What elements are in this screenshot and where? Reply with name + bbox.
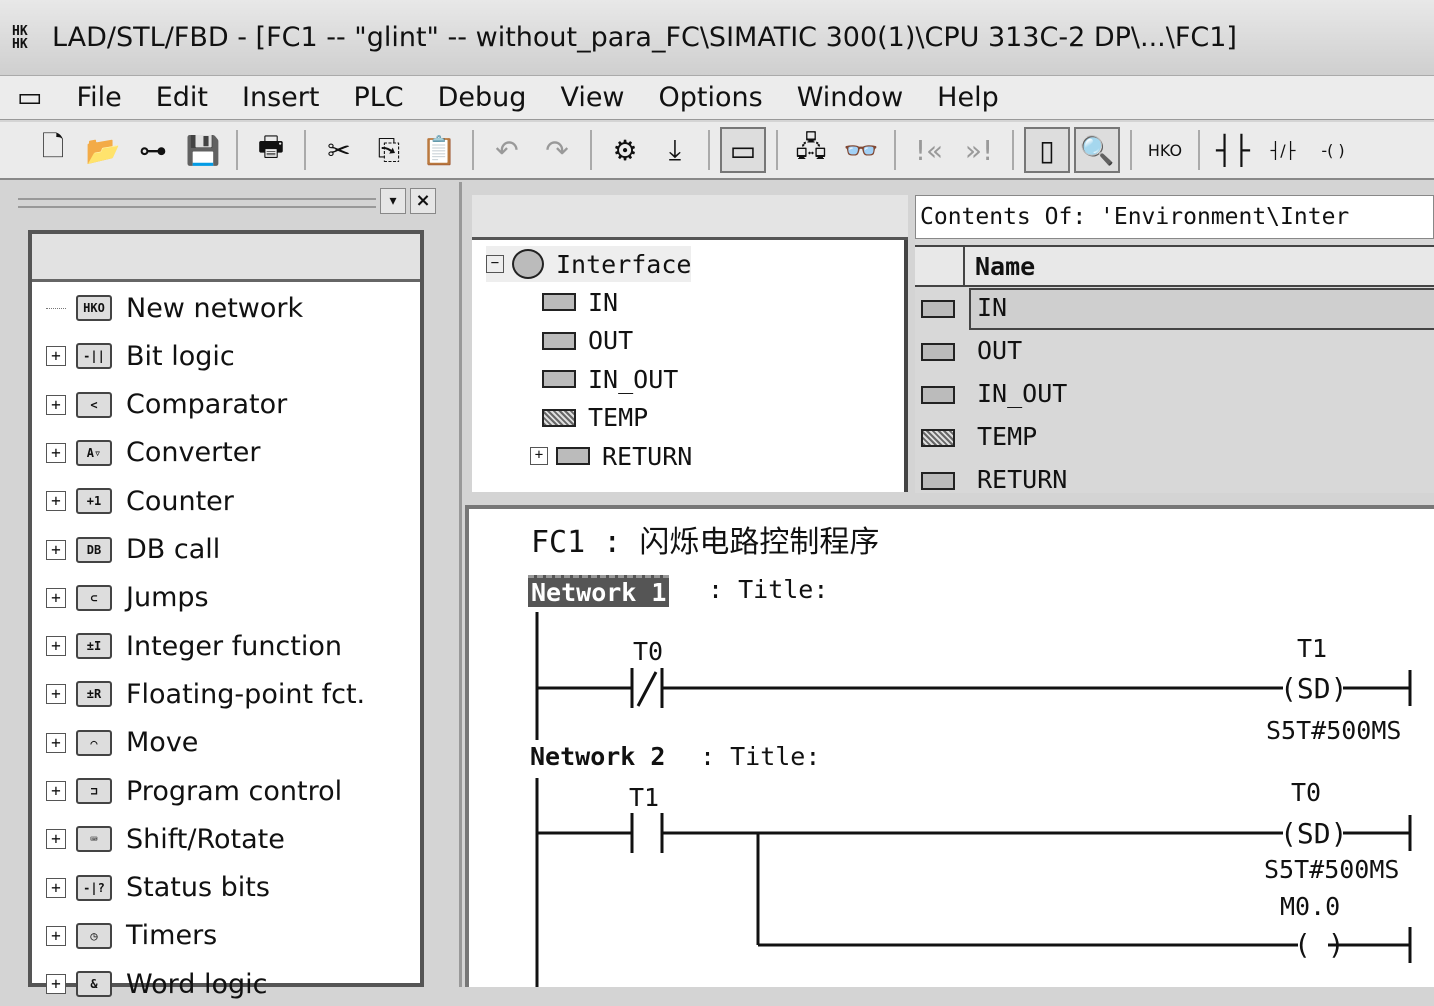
coil-t0-address[interactable]: T0	[1291, 778, 1321, 807]
contact-t1-address[interactable]: T1	[629, 783, 659, 812]
contact-t0-address[interactable]: T0	[633, 637, 663, 666]
network-2-label[interactable]: Network 2	[530, 742, 665, 771]
network-2-title[interactable]: : Title:	[700, 742, 820, 771]
network-1-label[interactable]: Network 1	[528, 575, 670, 607]
contact-t0-slash	[636, 671, 658, 707]
network-1-title[interactable]: : Title:	[708, 575, 828, 604]
coil-t0-sd[interactable]: (SD)	[1280, 817, 1347, 850]
coil-m0-address[interactable]: M0.0	[1280, 892, 1340, 921]
coil-t1-sd[interactable]: (SD)	[1280, 672, 1347, 705]
coil-t0-time-value[interactable]: S5T#500MS	[1264, 855, 1399, 884]
coil-m0[interactable]: ( )	[1294, 928, 1345, 961]
coil-t1-address[interactable]: T1	[1297, 634, 1327, 663]
ladder-diagram	[535, 612, 1412, 987]
coil-t1-time-value[interactable]: S5T#500MS	[1266, 716, 1401, 745]
